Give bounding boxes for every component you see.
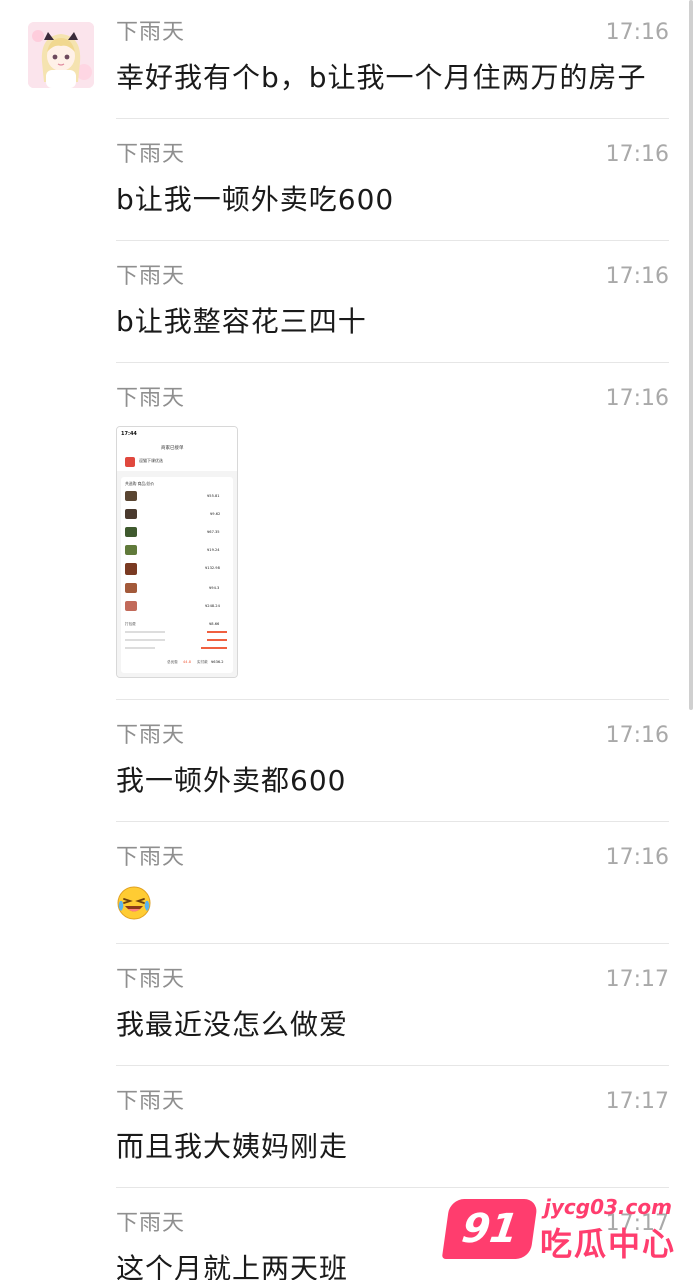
divider: [116, 943, 669, 944]
sender-name: 下雨天: [116, 20, 186, 45]
subtotal-label: 打包费: [125, 621, 136, 626]
sender-name: 下雨天: [116, 1089, 186, 1114]
divider: [116, 1065, 669, 1066]
order-page-title: 商家已接单: [161, 444, 184, 451]
message-item[interactable]: 下雨天 17:16 我一顿外卖都600: [116, 723, 669, 803]
total-label: 总优惠: [167, 659, 178, 664]
item-price: ¥67.35: [207, 530, 220, 534]
divider: [116, 118, 669, 119]
divider: [116, 1187, 669, 1188]
divider: [116, 821, 669, 822]
message-time: 17:17: [605, 1089, 669, 1114]
message-time: 17:16: [605, 723, 669, 748]
watermark-logo: 91 jycg03.com 吃瓜中心: [441, 1195, 674, 1265]
divider: [116, 699, 669, 700]
item-price: ¥19.24: [207, 548, 220, 552]
sender-name: 下雨天: [116, 264, 186, 289]
sender-name: 下雨天: [116, 845, 186, 870]
message-text: b让我整容花三四十: [116, 305, 367, 338]
item-price: ¥55.81: [207, 494, 220, 498]
sender-name: 下雨天: [116, 1211, 186, 1236]
order-screenshot-image[interactable]: 17:44 商家已接单 逗猫下课优选 共选购 商品/总价 ¥55.81 ¥9.6…: [116, 426, 238, 678]
message-item[interactable]: 下雨天 17:16 幸好我有个b，b让我一个月住两万的房子: [116, 20, 669, 100]
message-time: 17:16: [605, 264, 669, 289]
message-time: 17:16: [605, 845, 669, 870]
message-text: 我最近没怎么做爱: [116, 1008, 349, 1041]
message-text: 我一顿外卖都600: [116, 764, 347, 797]
message-item[interactable]: 下雨天 17:16 b让我一顿外卖吃600: [116, 142, 669, 222]
message-item[interactable]: 下雨天 17:16 b让我整容花三四十: [116, 264, 669, 344]
chat-history-page: 下雨天 17:16 幸好我有个b，b让我一个月住两万的房子 下雨天 17:16 …: [0, 0, 699, 1280]
subtotal-value: ¥8.66: [209, 622, 220, 626]
total-discount: 44.8: [183, 660, 192, 664]
message-text: 这个月就上两天班: [116, 1252, 349, 1280]
item-price: ¥9.62: [210, 512, 220, 516]
message-item[interactable]: 下雨天 17:17 我最近没怎么做爱: [116, 967, 669, 1047]
item-price: ¥248.24: [205, 604, 221, 608]
watermark-title: 吃瓜中心: [540, 1225, 677, 1263]
paid-value: ¥636.2: [211, 660, 224, 664]
message-item[interactable]: 下雨天 17:16 17:44 商家已接单 逗猫下课优选 共选购 商品/总价 ¥…: [116, 386, 669, 686]
divider: [116, 240, 669, 241]
laughing-crying-emoji-icon: [116, 885, 152, 921]
watermark-badge: 91: [441, 1199, 539, 1259]
message-text: 而且我大姨妈刚走: [116, 1130, 349, 1163]
watermark-domain: jycg03.com: [544, 1195, 672, 1219]
section-label: 共选购 商品/总价: [125, 481, 154, 486]
message-time: 17:16: [605, 386, 669, 411]
message-text: b让我一顿外卖吃600: [116, 183, 395, 216]
item-price: ¥132.98: [205, 566, 221, 570]
sender-name: 下雨天: [116, 967, 186, 992]
divider: [116, 362, 669, 363]
avatar[interactable]: [28, 22, 94, 88]
message-time: 17:16: [605, 142, 669, 167]
order-screenshot-thumbnail-icon: 17:44 商家已接单 逗猫下课优选 共选购 商品/总价 ¥55.81 ¥9.6…: [117, 427, 237, 677]
item-price: ¥94.3: [209, 586, 219, 590]
anime-girl-avatar-icon: [28, 22, 94, 88]
message-time: 17:16: [605, 20, 669, 45]
message-item[interactable]: 下雨天 17:16: [116, 845, 669, 925]
sender-name: 下雨天: [116, 386, 186, 411]
status-time: 17:44: [121, 431, 137, 437]
store-name: 逗猫下课优选: [139, 457, 163, 463]
message-item[interactable]: 下雨天 17:17 而且我大姨妈刚走: [116, 1089, 669, 1169]
paid-label: 实付款: [197, 659, 208, 664]
message-text: 幸好我有个b，b让我一个月住两万的房子: [116, 61, 647, 94]
scrollbar[interactable]: [689, 0, 693, 710]
sender-name: 下雨天: [116, 723, 186, 748]
sender-name: 下雨天: [116, 142, 186, 167]
message-time: 17:17: [605, 967, 669, 992]
